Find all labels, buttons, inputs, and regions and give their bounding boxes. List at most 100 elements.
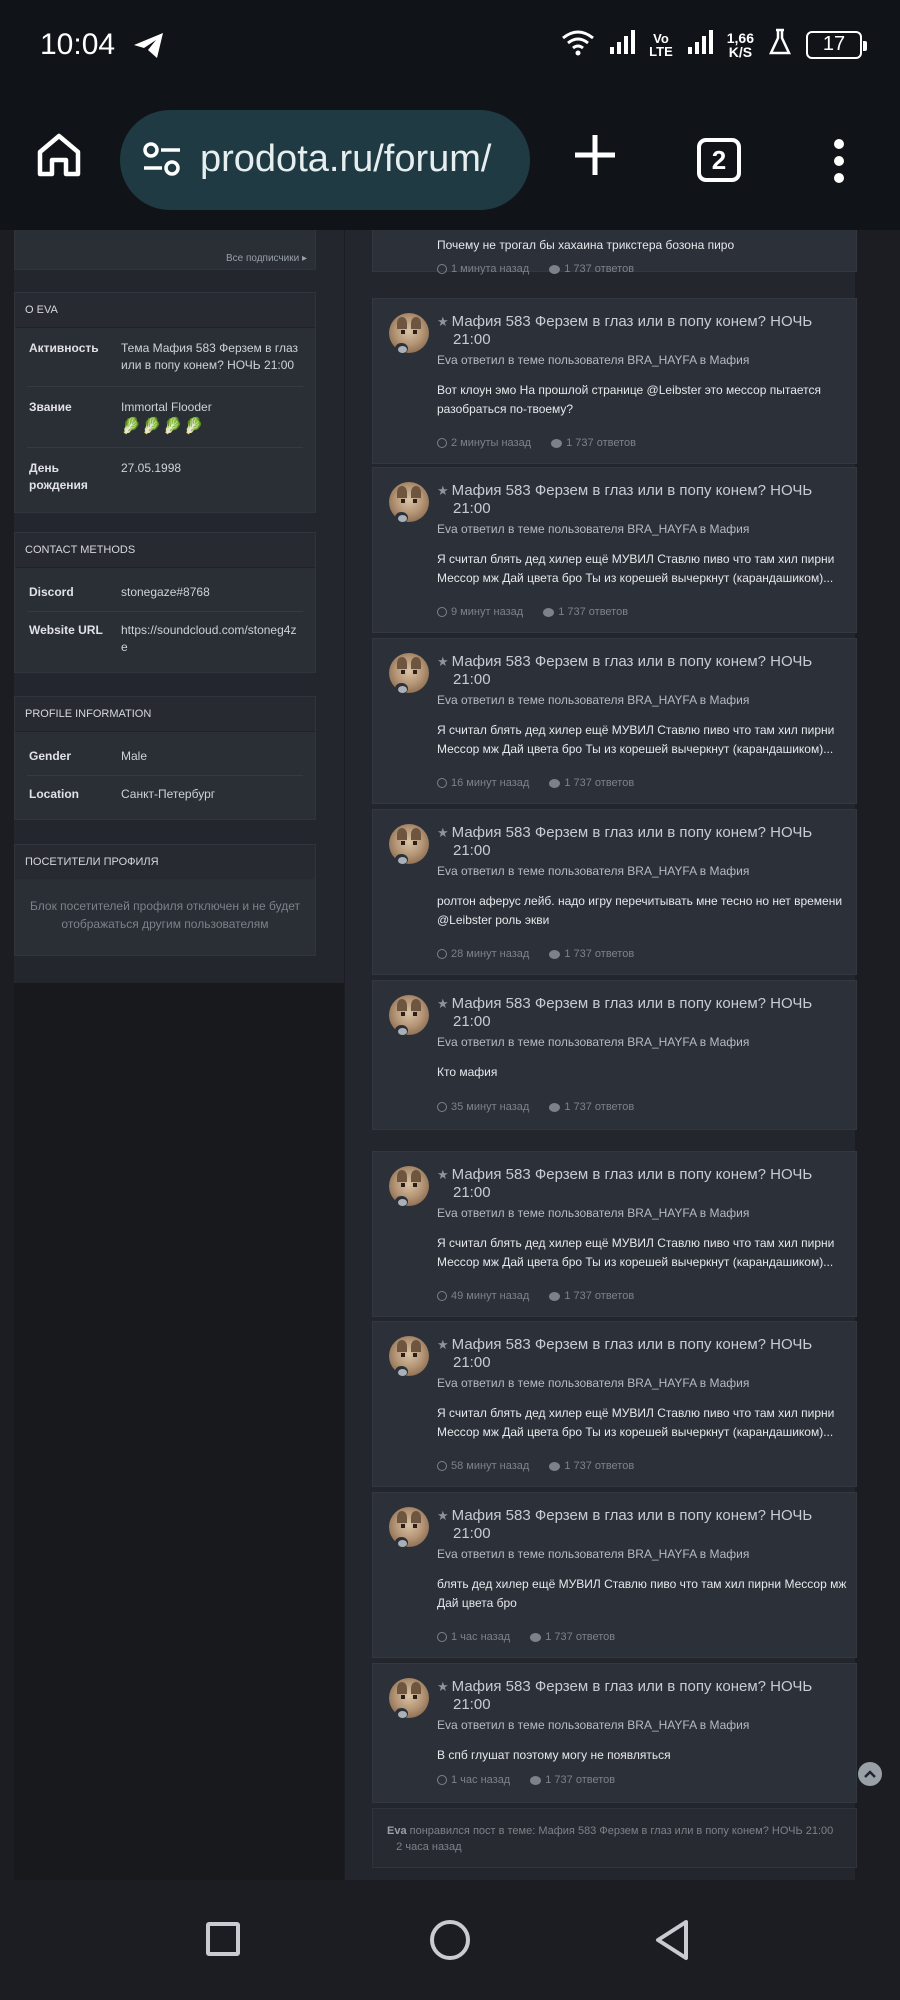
activity-value[interactable]: Тема Мафия 583 Ферзем в глаз или в попу … [121, 340, 301, 374]
activity-subtitle: Eva ответил в теме пользователя BRA_HAYF… [437, 522, 750, 536]
activity-item-meta: 58 минут назад 1 737 ответов [437, 1460, 634, 1472]
activity-subtitle: Eva ответил в теме пользователя BRA_HAYF… [437, 693, 750, 707]
activity-time[interactable]: 35 минут назад [451, 1101, 529, 1113]
more-vert-icon [834, 139, 844, 183]
profile-information-widget: PROFILE INFORMATION Gender Male Location… [14, 696, 316, 820]
activity-item[interactable]: ★ Мафия 583 Ферзем в глаз или в попу коне… [372, 298, 857, 464]
recent-apps-button[interactable] [206, 1922, 240, 1956]
scroll-to-top-button[interactable] [858, 1762, 882, 1786]
comment-bubble-icon [395, 1708, 408, 1719]
back-icon [656, 1920, 688, 1960]
star-icon: ★ [437, 1508, 449, 1523]
activity-topic-link[interactable]: ★ Мафия 583 Ферзем в глаз или в попу коне… [437, 1507, 842, 1543]
url-text[interactable]: prodota.ru/forum/ [200, 138, 491, 181]
location-value: Санкт-Петербург [121, 787, 216, 801]
activity-item-body: Почему не трогал бы хахаина трикстера бо… [437, 238, 735, 252]
home-nav-button[interactable] [430, 1920, 470, 1960]
activity-time[interactable]: 16 минут назад [451, 777, 529, 789]
activity-item[interactable]: ★ Мафия 583 Ферзем в глаз или в попу коне… [372, 1151, 857, 1317]
activity-topic-link[interactable]: ★ Мафия 583 Ферзем в глаз или в попу коне… [437, 482, 842, 518]
liked-user[interactable]: Eva [387, 1825, 407, 1837]
birthday-value: 27.05.1998 [121, 461, 182, 475]
activity-time[interactable]: 28 минут назад [451, 948, 529, 960]
star-icon: ★ [437, 1679, 449, 1694]
activity-time[interactable]: 58 минут назад [451, 1460, 529, 1472]
network-speed: 1,66 K/S [726, 29, 754, 60]
clock-icon [437, 1291, 447, 1301]
status-bar: 10:04 Vo LTE 1,66 K/S 17 [0, 0, 900, 90]
activity-topic-link[interactable]: ★ Мафия 583 Ферзем в глаз или в попу коне… [437, 653, 842, 689]
comment-bubble-icon [395, 854, 408, 865]
activity-topic-link[interactable]: ★ Мафия 583 Ферзем в глаз или в попу коне… [437, 1678, 842, 1714]
comment-bubble-icon [395, 512, 408, 523]
activity-time[interactable]: 1 час назад [451, 1774, 510, 1786]
comment-icon [549, 778, 561, 788]
activity-item[interactable]: ★ Мафия 583 Ферзем в глаз или в попу коне… [372, 1321, 857, 1487]
activity-time[interactable]: 49 минут назад [451, 1290, 529, 1302]
activity-time[interactable]: 1 час назад [451, 1631, 510, 1643]
comment-icon [530, 1775, 542, 1785]
activity-subtitle: Eva ответил в теме пользователя BRA_HAYF… [437, 1206, 750, 1220]
activity-topic-link[interactable]: ★ Мафия 583 Ферзем в глаз или в попу коне… [437, 824, 842, 860]
star-icon: ★ [437, 1167, 449, 1182]
comment-bubble-icon [395, 1025, 408, 1036]
back-button[interactable] [652, 1918, 692, 1967]
discord-label: Discord [29, 585, 74, 599]
activity-item-meta: 9 минут назад 1 737 ответов [437, 606, 628, 618]
tab-switcher-button[interactable]: 2 [697, 138, 741, 182]
clock-icon [437, 438, 447, 448]
address-bar[interactable]: prodota.ru/forum/ [120, 110, 530, 210]
comment-icon [530, 1632, 542, 1642]
liked-time: 2 часа назад [396, 1841, 462, 1853]
activity-item-body: ролтон аферус лейб. надо игру перечитыва… [437, 894, 843, 927]
home-icon [37, 133, 81, 177]
activity-item-body: В спб глушат поэтому могу не появляться [437, 1748, 671, 1762]
activity-time[interactable]: 9 минут назад [451, 606, 523, 618]
battery-indicator: 17 [806, 30, 867, 59]
profile-info-heading: PROFILE INFORMATION [15, 697, 315, 732]
activity-time[interactable]: 2 минуты назад [451, 437, 531, 449]
home-button[interactable] [36, 132, 82, 183]
activity-subtitle: Eva ответил в теме пользователя BRA_HAYF… [437, 1035, 750, 1049]
all-subscribers-link[interactable]: Все подписчики ▸ [226, 253, 307, 264]
activity-item-body: Я считал блять дед хилер ещё МУВИЛ Ставл… [437, 723, 835, 756]
visitors-note: Блок посетителей профиля отключен и не б… [30, 899, 300, 931]
new-tab-button[interactable] [570, 130, 620, 185]
liked-post-notice[interactable]: Eva понравился пост в теме: Мафия 583 Фе… [372, 1808, 857, 1868]
activity-topic-link[interactable]: ★ Мафия 583 Ферзем в глаз или в попу коне… [437, 1166, 842, 1202]
activity-item[interactable]: ★ Мафия 583 Ферзем в глаз или в попу коне… [372, 1663, 857, 1803]
activity-item-body: Я считал блять дед хилер ещё МУВИЛ Ставл… [437, 1236, 835, 1269]
activity-item-meta: 49 минут назад 1 737 ответов [437, 1290, 634, 1302]
activity-replies: 1 737 ответов [564, 948, 635, 960]
gender-label: Gender [29, 749, 72, 763]
activity-item-body: Кто мафия [437, 1065, 498, 1079]
activity-topic-link[interactable]: ★ Мафия 583 Ферзем в глаз или в попу коне… [437, 313, 842, 349]
page-content: Все подписчики ▸ О EVA Активность Тема М… [0, 230, 900, 1880]
site-settings-icon[interactable] [142, 142, 182, 181]
activity-item-meta: 2 минуты назад 1 737 ответов [437, 437, 636, 449]
browser-toolbar: prodota.ru/forum/ 2 [0, 90, 900, 230]
more-menu-button[interactable] [832, 138, 846, 189]
clock-icon [437, 264, 447, 274]
activity-item[interactable]: ★ Мафия 583 Ферзем в глаз или в попу коне… [372, 1492, 857, 1658]
activity-item[interactable]: ★ Мафия 583 Ферзем в глаз или в попу коне… [372, 809, 857, 975]
star-icon: ★ [437, 1337, 449, 1352]
wifi-icon [561, 28, 595, 61]
profile-visitors-widget: ПОСЕТИТЕЛИ ПРОФИЛЯ Блок посетителей проф… [14, 844, 316, 956]
activity-replies: 1 737 ответов [564, 777, 635, 789]
activity-topic-link[interactable]: ★ Мафия 583 Ферзем в глаз или в попу коне… [437, 1336, 842, 1372]
birthday-label: День рождения [29, 461, 88, 492]
activity-replies: 1 737 ответов [564, 1290, 635, 1302]
sidebar-empty-area [14, 983, 344, 1880]
activity-subtitle: Eva ответил в теме пользователя BRA_HAYF… [437, 1718, 750, 1732]
activity-item-meta: 1 минута назад 1 737 ответов [437, 263, 634, 275]
rank-icons: 🥬🥬🥬🥬 [121, 418, 205, 435]
clock-icon [437, 949, 447, 959]
comment-icon [549, 949, 561, 959]
activity-item[interactable]: ★ Мафия 583 Ферзем в глаз или в попу коне… [372, 980, 857, 1130]
website-link[interactable]: https://soundcloud.com/stoneg4ze [121, 622, 301, 656]
activity-item[interactable]: ★ Мафия 583 Ферзем в глаз или в попу коне… [372, 467, 857, 633]
activity-item[interactable]: ★ Мафия 583 Ферзем в глаз или в попу коне… [372, 638, 857, 804]
activity-item-partial[interactable]: Почему не трогал бы хахаина трикстера бо… [372, 230, 857, 275]
activity-topic-link[interactable]: ★ Мафия 583 Ферзем в глаз или в попу коне… [437, 995, 842, 1031]
